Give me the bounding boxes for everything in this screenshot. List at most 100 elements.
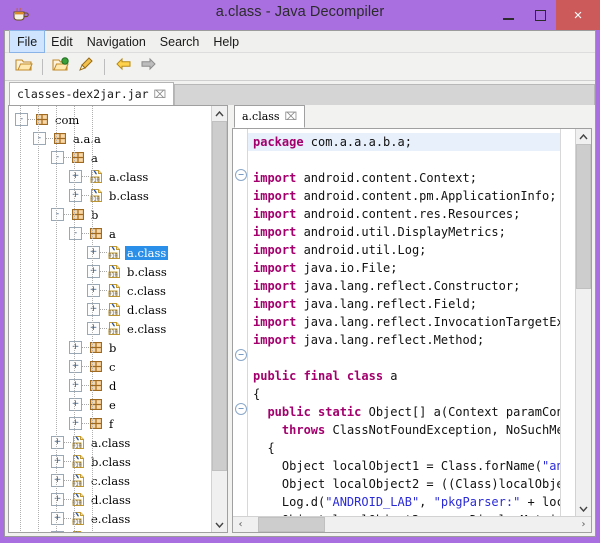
editor-overview-ruler[interactable] — [560, 129, 575, 516]
code-string: "ANDROID_LAB" — [325, 495, 419, 509]
code-keyword: import — [253, 225, 296, 239]
code-line: import java.lang.reflect.Constructor; — [248, 277, 560, 295]
tree-collapse-toggle[interactable]: - — [15, 113, 28, 126]
highlighter-button[interactable] — [75, 56, 97, 77]
highlighter-icon — [78, 56, 94, 77]
code-keyword: import — [253, 243, 296, 257]
tree-row[interactable]: +010a.class — [9, 167, 211, 186]
class-icon: 010 — [107, 302, 122, 317]
tree-row[interactable]: +010b.class — [9, 186, 211, 205]
tree-row[interactable]: -com — [9, 110, 211, 129]
menu-item-navigation[interactable]: Navigation — [80, 31, 153, 52]
editor-scroll-thumb[interactable] — [576, 144, 591, 289]
tree-row[interactable]: -a — [9, 148, 211, 167]
code-string: "and — [542, 459, 560, 473]
tree-vertical-scrollbar[interactable] — [211, 106, 227, 532]
tree-row[interactable]: +010c.class — [9, 471, 211, 490]
code-line: import java.lang.reflect.InvocationTarge… — [248, 313, 560, 331]
editor-scroll-left-arrow[interactable]: ‹ — [233, 517, 248, 532]
maximize-button[interactable] — [524, 0, 556, 30]
editor-pane: a.class ⌧ − − − package com.a.a.a.b.a; imp… — [232, 105, 592, 533]
tree-expand-toggle[interactable]: + — [87, 303, 100, 316]
tree-row[interactable]: +010b.class — [9, 262, 211, 281]
code-text — [253, 423, 282, 437]
editor-scroll-right-arrow[interactable]: › — [576, 517, 591, 532]
editor-hscroll-track[interactable] — [325, 517, 576, 532]
tree-scroll-up-arrow[interactable] — [212, 106, 227, 121]
tree-collapse-toggle[interactable]: - — [51, 208, 64, 221]
tree-row[interactable]: -a.a.a — [9, 129, 211, 148]
jar-tab-classes-dex2jar[interactable]: classes-dex2jar.jar ⌧ — [9, 82, 174, 105]
tree-scroll-thumb[interactable] — [212, 121, 227, 471]
tree-row[interactable]: +010a.class — [9, 243, 211, 262]
tree-row[interactable]: +010c.class — [9, 281, 211, 300]
editor-scroll-down-arrow[interactable] — [576, 501, 591, 516]
tree-row[interactable]: +d — [9, 376, 211, 395]
tree-row[interactable]: +010d.class — [9, 300, 211, 319]
menu-item-search[interactable]: Search — [153, 31, 207, 52]
tree-row[interactable]: -b — [9, 205, 211, 224]
menu-item-edit[interactable]: Edit — [44, 31, 80, 52]
tree-scroll-track[interactable] — [212, 471, 227, 517]
tree-scroll-down-arrow[interactable] — [212, 517, 227, 532]
editor-horizontal-scrollbar[interactable]: ‹ › — [233, 516, 591, 532]
menu-item-help[interactable]: Help — [206, 31, 246, 52]
tree-row[interactable]: +010a.class — [9, 433, 211, 452]
tree-expand-toggle[interactable]: + — [51, 436, 64, 449]
minimize-button[interactable] — [492, 0, 524, 30]
code-fold-marker[interactable]: − — [235, 403, 247, 415]
tree-row[interactable]: +010b.class — [9, 452, 211, 471]
menu-item-file[interactable]: File — [10, 31, 44, 52]
package-tree[interactable]: -com-a.a.a-a+010a.class+010b.class-b-a+0… — [9, 106, 211, 532]
code-text: android.content.res.Resources; — [296, 207, 520, 221]
tree-expand-toggle[interactable]: + — [69, 341, 82, 354]
forward-button[interactable] — [137, 56, 159, 77]
editor-vertical-scrollbar[interactable] — [575, 129, 591, 516]
open-type-button[interactable] — [50, 56, 72, 77]
open-file-button[interactable] — [13, 56, 35, 77]
code-text: Object localObject1 = Class.forName( — [253, 459, 542, 473]
tree-expand-toggle[interactable]: + — [51, 474, 64, 487]
tree-connector — [64, 461, 71, 462]
editor-fold-gutter[interactable]: − − − — [233, 129, 248, 516]
tree-expand-toggle[interactable]: + — [87, 246, 100, 259]
tree-expand-toggle[interactable]: + — [51, 493, 64, 506]
tree-collapse-toggle[interactable]: - — [33, 132, 46, 145]
tree-expand-toggle[interactable]: + — [69, 360, 82, 373]
tree-collapse-toggle[interactable]: - — [51, 151, 64, 164]
editor-tab-a-class[interactable]: a.class ⌧ — [234, 105, 305, 128]
tree-expand-toggle[interactable]: + — [87, 322, 100, 335]
close-button[interactable]: × — [556, 0, 600, 30]
tree-row[interactable]: +c — [9, 357, 211, 376]
source-code-view[interactable]: package com.a.a.a.b.a; import android.co… — [248, 129, 560, 516]
tree-row[interactable]: +010e.class — [9, 319, 211, 338]
tree-expand-toggle[interactable]: + — [69, 379, 82, 392]
editor-scroll-up-arrow[interactable] — [576, 129, 591, 144]
tree-guide-line — [38, 106, 39, 532]
back-button[interactable] — [112, 56, 134, 77]
tree-row[interactable]: +b — [9, 338, 211, 357]
tree-row[interactable]: +010d.class — [9, 490, 211, 509]
editor-scroll-track[interactable] — [576, 289, 591, 501]
editor-tab-close-icon[interactable]: ⌧ — [285, 110, 298, 123]
tree-collapse-toggle[interactable]: - — [69, 227, 82, 240]
code-line: { — [248, 439, 560, 457]
code-fold-marker[interactable]: − — [235, 349, 247, 361]
tree-row[interactable]: +f — [9, 414, 211, 433]
tree-row[interactable]: -a — [9, 224, 211, 243]
tree-expand-toggle[interactable]: + — [69, 189, 82, 202]
tree-expand-toggle[interactable]: + — [69, 398, 82, 411]
tree-row[interactable]: +010f.class — [9, 528, 211, 532]
tree-expand-toggle[interactable]: + — [51, 455, 64, 468]
tree-expand-toggle[interactable]: + — [51, 531, 64, 532]
tree-expand-toggle[interactable]: + — [69, 417, 82, 430]
tree-expand-toggle[interactable]: + — [51, 512, 64, 525]
jar-tab-close-icon[interactable]: ⌧ — [154, 88, 167, 101]
tree-row[interactable]: +010e.class — [9, 509, 211, 528]
tree-expand-toggle[interactable]: + — [87, 284, 100, 297]
editor-hscroll-thumb[interactable] — [258, 517, 326, 532]
tree-expand-toggle[interactable]: + — [69, 170, 82, 183]
code-fold-marker[interactable]: − — [235, 169, 247, 181]
tree-expand-toggle[interactable]: + — [87, 265, 100, 278]
tree-row[interactable]: +e — [9, 395, 211, 414]
